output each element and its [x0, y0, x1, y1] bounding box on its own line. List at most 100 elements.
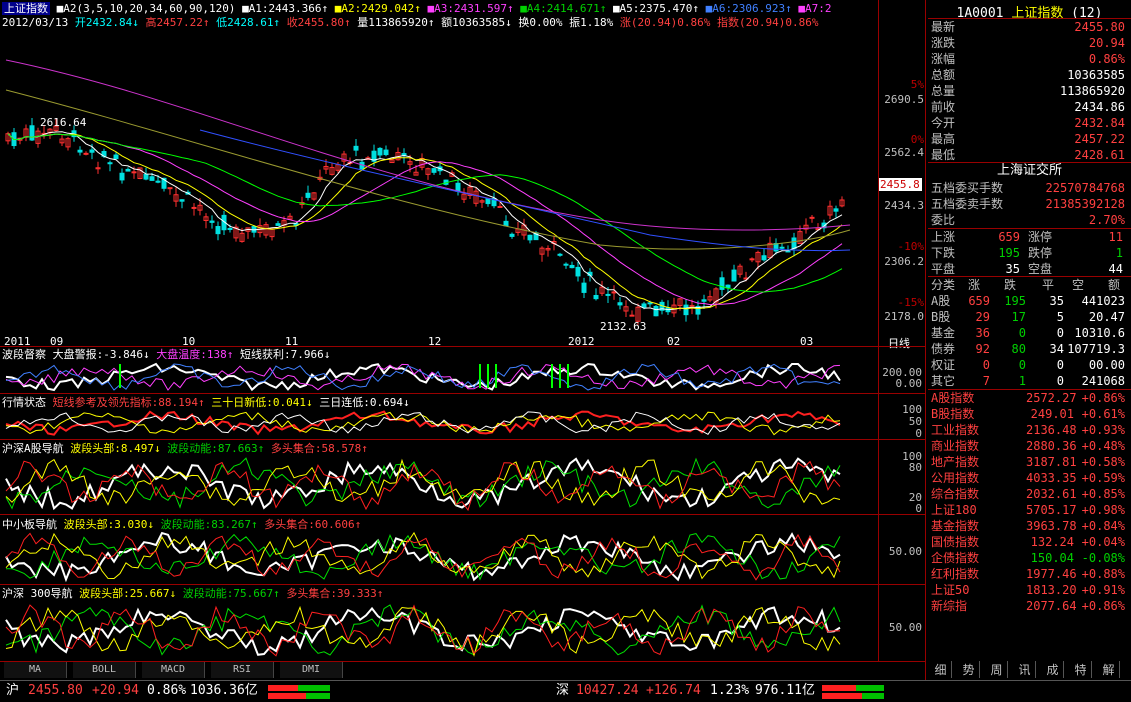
- index-row[interactable]: 上证50 1813.20 +0.91%: [928, 582, 1131, 598]
- sh-price: 2455.80: [28, 683, 83, 698]
- index-change: +0.58%: [1081, 455, 1125, 469]
- table-cell: 债券: [931, 342, 956, 356]
- p3-y2: 80: [908, 461, 922, 474]
- candle-body: [749, 258, 755, 261]
- candle-body: [731, 269, 737, 282]
- candle-body: [641, 303, 647, 308]
- index-row[interactable]: 国债指数 132.24 +0.04%: [928, 534, 1131, 550]
- tab-special[interactable]: 特: [1070, 661, 1092, 678]
- quote-value: 113865920: [1059, 84, 1125, 98]
- close-value: 收2455.80↑: [286, 16, 351, 29]
- candle-body: [227, 227, 233, 230]
- panel5-c: 多头集合:39.333↑: [286, 587, 384, 600]
- candle-body: [725, 284, 731, 288]
- index-change: +0.85%: [1081, 487, 1125, 501]
- panel2-chart[interactable]: [0, 408, 878, 438]
- limitdown-label: 跌停: [1028, 246, 1053, 260]
- index-list: A股指数 2572.27 +0.86% B股指数 249.01 +0.61% 工业指数 213…: [928, 390, 1131, 620]
- candle-body: [503, 220, 509, 227]
- y-pct-5: 5%: [910, 78, 924, 91]
- index-name: 新综指: [931, 599, 968, 613]
- ma1-value: ■A1:2443.366↑: [242, 2, 329, 15]
- tab-rsi[interactable]: RSI: [211, 662, 274, 678]
- index-name: 上证180: [931, 503, 977, 517]
- axis-divider: [878, 0, 879, 661]
- index-row[interactable]: 地产指数 3187.81 +0.58%: [928, 454, 1131, 470]
- table-head-cell: 分类: [931, 278, 956, 292]
- candle-body: [647, 302, 653, 305]
- quote-value: 0.86%: [1088, 52, 1125, 66]
- table-cell: A股: [931, 294, 951, 308]
- panel5-a: 波段头部:25.667↓: [79, 587, 177, 600]
- quote-value: 2455.80: [1074, 20, 1125, 34]
- limitup-value: 11: [1108, 230, 1123, 244]
- index-change: +0.84%: [1081, 519, 1125, 533]
- table-cell: 权证: [931, 358, 956, 372]
- panel5-chart[interactable]: [0, 600, 878, 660]
- index-row[interactable]: 商业指数 2880.36 +0.48%: [928, 438, 1131, 454]
- tab-news[interactable]: 讯: [1014, 661, 1036, 678]
- sh-percent: 0.86%: [147, 683, 187, 698]
- table-cell: 80: [1011, 342, 1026, 356]
- quote-row: 总额 10363585: [928, 67, 1131, 83]
- tab-boll[interactable]: BOLL: [73, 662, 136, 678]
- index-row[interactable]: 工业指数 2136.48 +0.93%: [928, 422, 1131, 438]
- indicator-line: [5, 605, 841, 657]
- panel1-chart[interactable]: [0, 362, 878, 392]
- quote-label: 涨幅: [931, 52, 956, 66]
- index-row[interactable]: 企债指数 150.04 -0.08%: [928, 550, 1131, 566]
- index-price: 1813.20: [1026, 583, 1077, 597]
- tab-week[interactable]: 周: [986, 661, 1008, 678]
- tab-trades[interactable]: 成: [1042, 661, 1064, 678]
- tab-dmi[interactable]: DMI: [280, 662, 343, 678]
- chart-title[interactable]: 上证指数: [2, 2, 50, 15]
- index-price: 2032.61: [1026, 487, 1077, 501]
- index-row[interactable]: 新综指 2077.64 +0.86%: [928, 598, 1131, 614]
- candle-body: [155, 180, 161, 183]
- ma-params: ■A2(3,5,10,20,34,60,90,120): [56, 2, 236, 15]
- index-row[interactable]: 上证180 5705.17 +0.98%: [928, 502, 1131, 518]
- change-value: 涨(20.94)0.86%: [619, 16, 711, 29]
- tab-macd[interactable]: MACD: [142, 662, 205, 678]
- index-row[interactable]: 红利指数 1977.46 +0.88%: [928, 566, 1131, 582]
- quote-panel: 1A0001 上证指数 (12) 最新 2455.80 涨跌 20.94 涨幅 0.86%…: [928, 0, 1131, 680]
- index-row[interactable]: 综合指数 2032.61 +0.85%: [928, 486, 1131, 502]
- candle-body: [305, 192, 311, 198]
- candle-body: [761, 255, 767, 261]
- tab-ma[interactable]: MA: [4, 662, 67, 678]
- index-name: 公用指数: [931, 471, 980, 485]
- tab-detail[interactable]: 细: [930, 661, 952, 678]
- index-row[interactable]: 基金指数 3963.78 +0.84%: [928, 518, 1131, 534]
- panel1-a: 大盘警报:-3.846↓: [52, 348, 150, 361]
- candle-body: [779, 246, 785, 249]
- index-row[interactable]: B股指数 249.01 +0.61%: [928, 406, 1131, 422]
- panel5-title[interactable]: 沪深 300导航: [2, 587, 73, 600]
- index-change: +0.91%: [1081, 583, 1125, 597]
- short-label: 空盘: [1028, 262, 1053, 276]
- buy-row: 五档委买手数 22570784768: [928, 180, 1131, 196]
- index-row[interactable]: 公用指数 4033.35 +0.59%: [928, 470, 1131, 486]
- volume-value: 量113865920↑: [357, 16, 435, 29]
- ohlc-header: 2012/03/13 开2432.84↓ 高2457.22↑ 低2428.61↑…: [2, 16, 818, 29]
- index-row[interactable]: A股指数 2572.27 +0.86%: [928, 390, 1131, 406]
- tab-trend[interactable]: 势: [958, 661, 980, 678]
- quote-label: 总量: [931, 84, 956, 98]
- period-label[interactable]: 日线: [888, 335, 910, 351]
- panel3-title[interactable]: 沪深A股导航: [2, 442, 64, 455]
- ma-line: [199, 129, 851, 252]
- quote-label: 最低: [931, 148, 956, 162]
- table-cell: 7: [982, 374, 990, 388]
- indicator-line: [5, 410, 841, 436]
- candle-body: [89, 149, 95, 153]
- tab-explain[interactable]: 解: [1098, 661, 1120, 678]
- panel4-chart[interactable]: [0, 530, 878, 583]
- panel3-chart[interactable]: [0, 455, 878, 513]
- table-cell: 0: [1056, 326, 1064, 340]
- panel1-title[interactable]: 波段督察: [2, 348, 46, 361]
- candle-body: [527, 234, 533, 241]
- index-price: 4033.35: [1026, 471, 1077, 485]
- panel-divider: [925, 0, 926, 680]
- panel1-c: 短线获利:7.966↓: [239, 348, 331, 361]
- table-cell: 195: [1004, 294, 1026, 308]
- kline-chart[interactable]: [0, 30, 878, 335]
